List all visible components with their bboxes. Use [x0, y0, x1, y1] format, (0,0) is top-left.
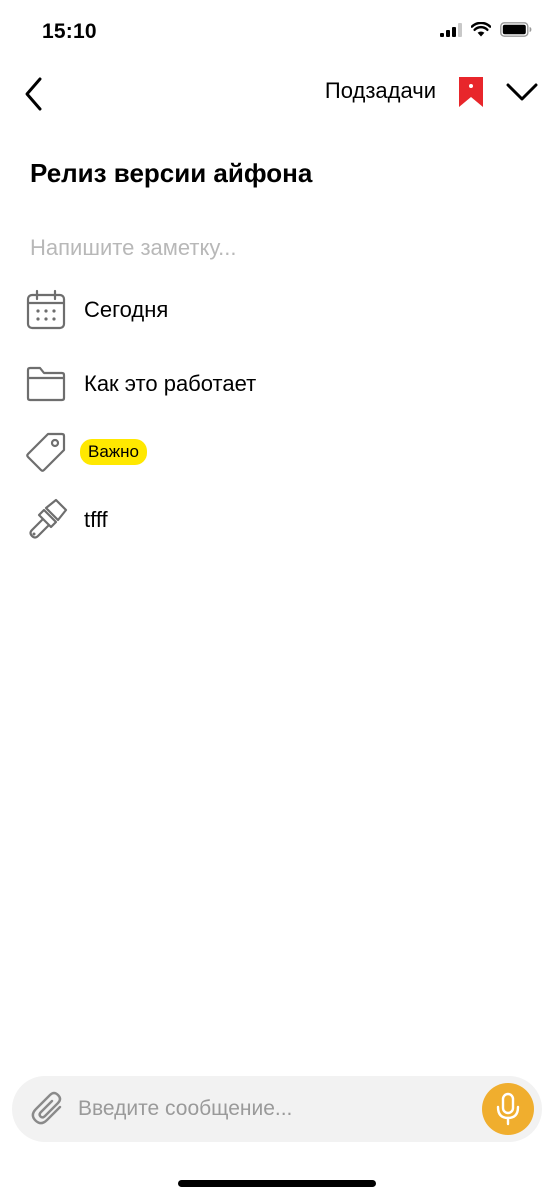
project-label: Как это работает: [84, 371, 257, 396]
date-label: Сегодня: [84, 297, 169, 322]
calendar-icon: [20, 284, 72, 336]
color-label: tfff: [84, 507, 108, 532]
microphone-button[interactable]: [482, 1083, 534, 1135]
project-row[interactable]: Как это работает: [20, 358, 520, 410]
message-composer: [12, 1076, 542, 1142]
note-input[interactable]: [30, 228, 510, 268]
tag-icon: [20, 426, 72, 478]
status-bar: 15:10: [0, 0, 554, 66]
battery-icon: [500, 22, 532, 42]
date-row[interactable]: Сегодня: [20, 284, 520, 336]
message-input[interactable]: [78, 1089, 468, 1129]
paintbrush-icon: [20, 494, 72, 546]
status-time: 15:10: [42, 20, 97, 43]
microphone-icon: [496, 1092, 520, 1126]
subtasks-button[interactable]: Подзадачи: [325, 78, 436, 104]
color-row[interactable]: tfff: [20, 494, 520, 546]
status-icons: [440, 21, 532, 42]
attach-button[interactable]: [28, 1089, 68, 1129]
home-indicator[interactable]: [178, 1180, 376, 1187]
wifi-icon: [470, 21, 492, 42]
chevron-left-icon: [25, 77, 42, 111]
tags-row[interactable]: Важно: [20, 426, 520, 478]
chevron-down-icon: [506, 83, 538, 101]
paperclip-icon: [31, 1091, 62, 1125]
task-title[interactable]: Релиз версии айфона: [30, 158, 312, 189]
tag-chip[interactable]: Важно: [80, 439, 148, 465]
bookmark-icon: [459, 77, 483, 107]
menu-button[interactable]: [502, 72, 542, 112]
bookmark-button[interactable]: [456, 72, 486, 112]
folder-icon: [20, 358, 72, 410]
header: Подзадачи: [0, 66, 554, 120]
back-button[interactable]: [16, 72, 52, 116]
cellular-signal-icon: [440, 22, 462, 42]
